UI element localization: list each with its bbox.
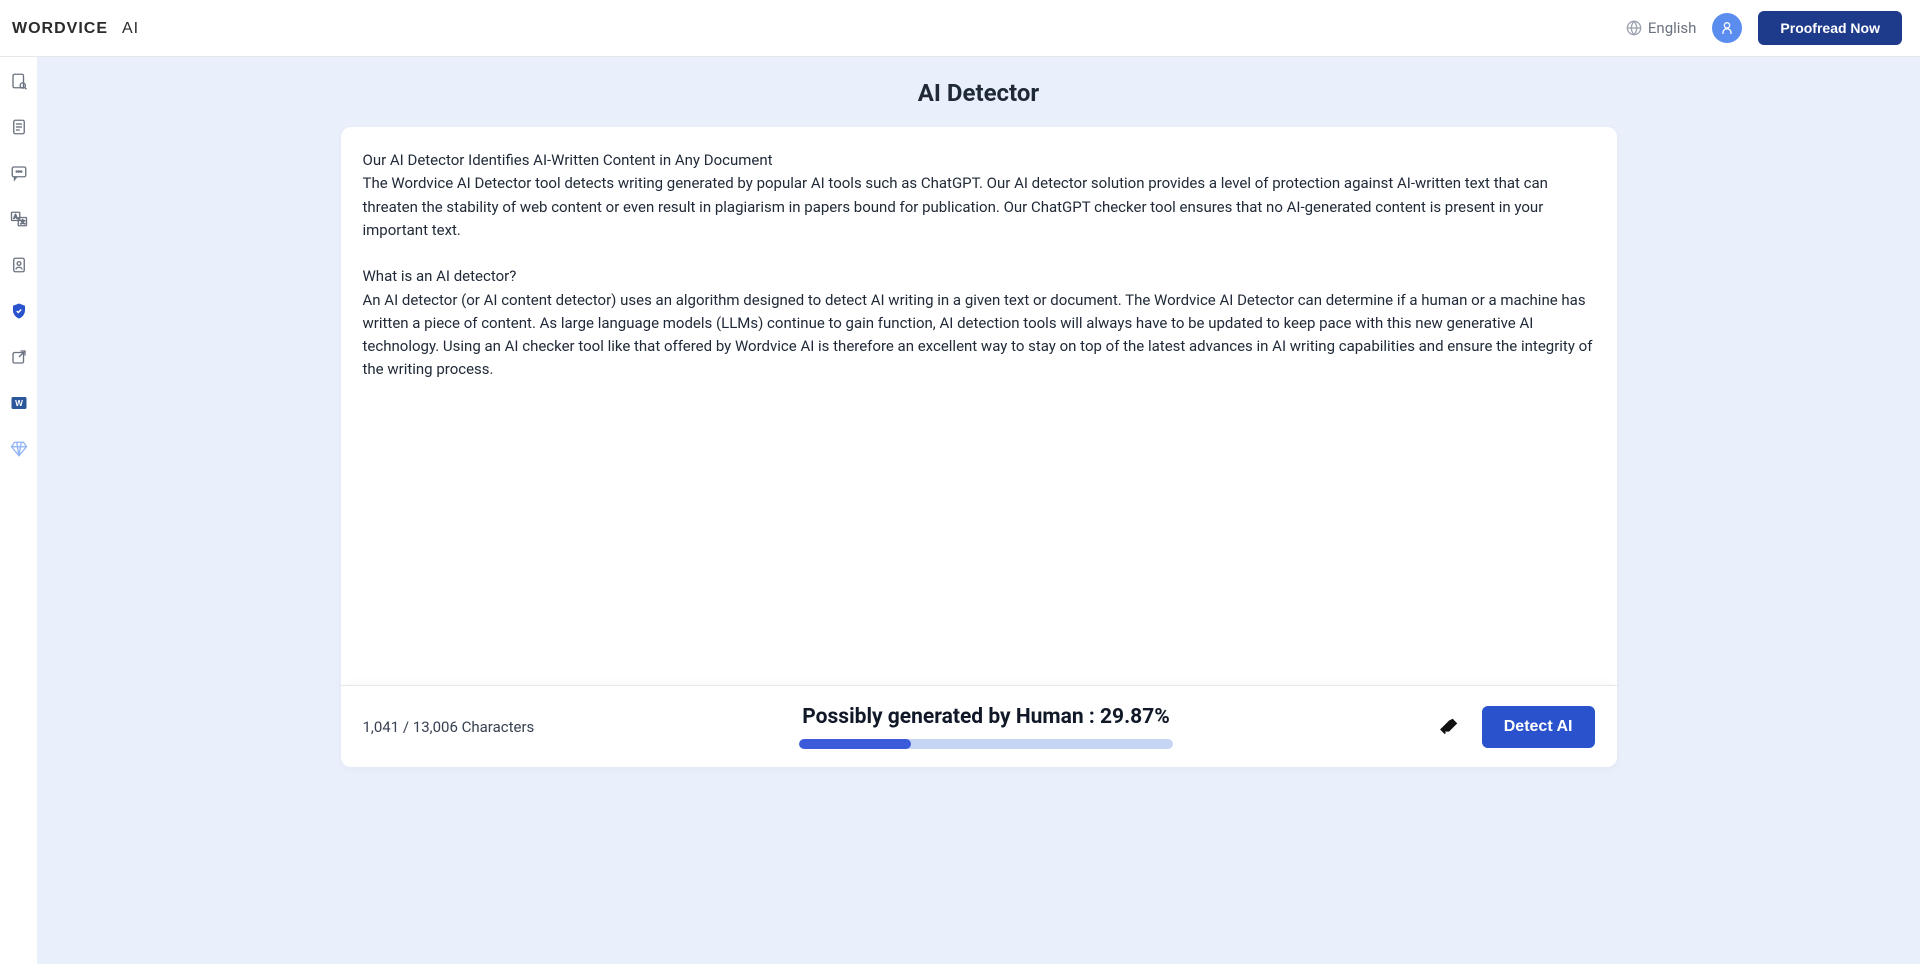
editor-paragraph-2: An AI detector (or AI content detector) … — [363, 289, 1595, 382]
sidebar: A文 W — [0, 57, 37, 964]
action-buttons: Detect AI — [1438, 706, 1595, 748]
result-text: Possibly generated by Human : 29.87% — [802, 705, 1170, 729]
detector-card: Our AI Detector Identifies AI-Written Co… — [341, 127, 1617, 767]
logo[interactable]: WORDVICE AI — [12, 18, 172, 38]
result-block: Possibly generated by Human : 29.87% — [799, 705, 1173, 749]
progress-bar — [799, 739, 1173, 749]
text-editor[interactable]: Our AI Detector Identifies AI-Written Co… — [341, 127, 1617, 685]
header: WORDVICE AI English Proofread Now — [0, 0, 1920, 57]
sidebar-proofread-icon[interactable] — [9, 71, 29, 91]
sidebar-chat-icon[interactable] — [9, 163, 29, 183]
editor-paragraph-1: The Wordvice AI Detector tool detects wr… — [363, 172, 1595, 242]
globe-icon — [1626, 20, 1642, 36]
svg-text:文: 文 — [20, 219, 25, 226]
logo-svg: WORDVICE AI — [12, 19, 172, 37]
result-prefix: Possibly generated by Human : — [802, 705, 1100, 729]
status-bar: 1,041 / 13,006 Characters Possibly gener… — [341, 685, 1617, 767]
svg-text:W: W — [15, 399, 23, 408]
editor-heading-1: Our AI Detector Identifies AI-Written Co… — [363, 149, 1595, 172]
proofread-now-button[interactable]: Proofread Now — [1758, 11, 1902, 45]
svg-text:WORDVICE: WORDVICE — [12, 20, 108, 37]
sidebar-document-icon[interactable] — [9, 117, 29, 137]
svg-text:AI: AI — [122, 20, 139, 37]
sidebar-translate-icon[interactable]: A文 — [9, 209, 29, 229]
user-icon — [1719, 20, 1735, 36]
sidebar-shield-icon[interactable] — [9, 301, 29, 321]
language-selector[interactable]: English — [1626, 19, 1697, 37]
result-value: 29.87% — [1100, 705, 1170, 729]
sidebar-word-icon[interactable]: W — [9, 393, 29, 413]
page-title: AI Detector — [918, 79, 1039, 107]
eraser-icon — [1438, 716, 1460, 738]
sidebar-premium-icon[interactable] — [9, 439, 29, 459]
sidebar-profile-doc-icon[interactable] — [9, 255, 29, 275]
progress-fill — [799, 739, 911, 749]
header-right: English Proofread Now — [1626, 11, 1902, 45]
main: AI Detector Our AI Detector Identifies A… — [37, 57, 1920, 964]
erase-button[interactable] — [1438, 716, 1460, 738]
avatar[interactable] — [1712, 13, 1742, 43]
svg-text:A: A — [13, 214, 17, 220]
language-label: English — [1648, 19, 1697, 37]
character-count: 1,041 / 13,006 Characters — [363, 718, 535, 736]
sidebar-external-link-icon[interactable] — [9, 347, 29, 367]
detect-ai-button[interactable]: Detect AI — [1482, 706, 1595, 748]
editor-heading-2: What is an AI detector? — [363, 265, 1595, 288]
